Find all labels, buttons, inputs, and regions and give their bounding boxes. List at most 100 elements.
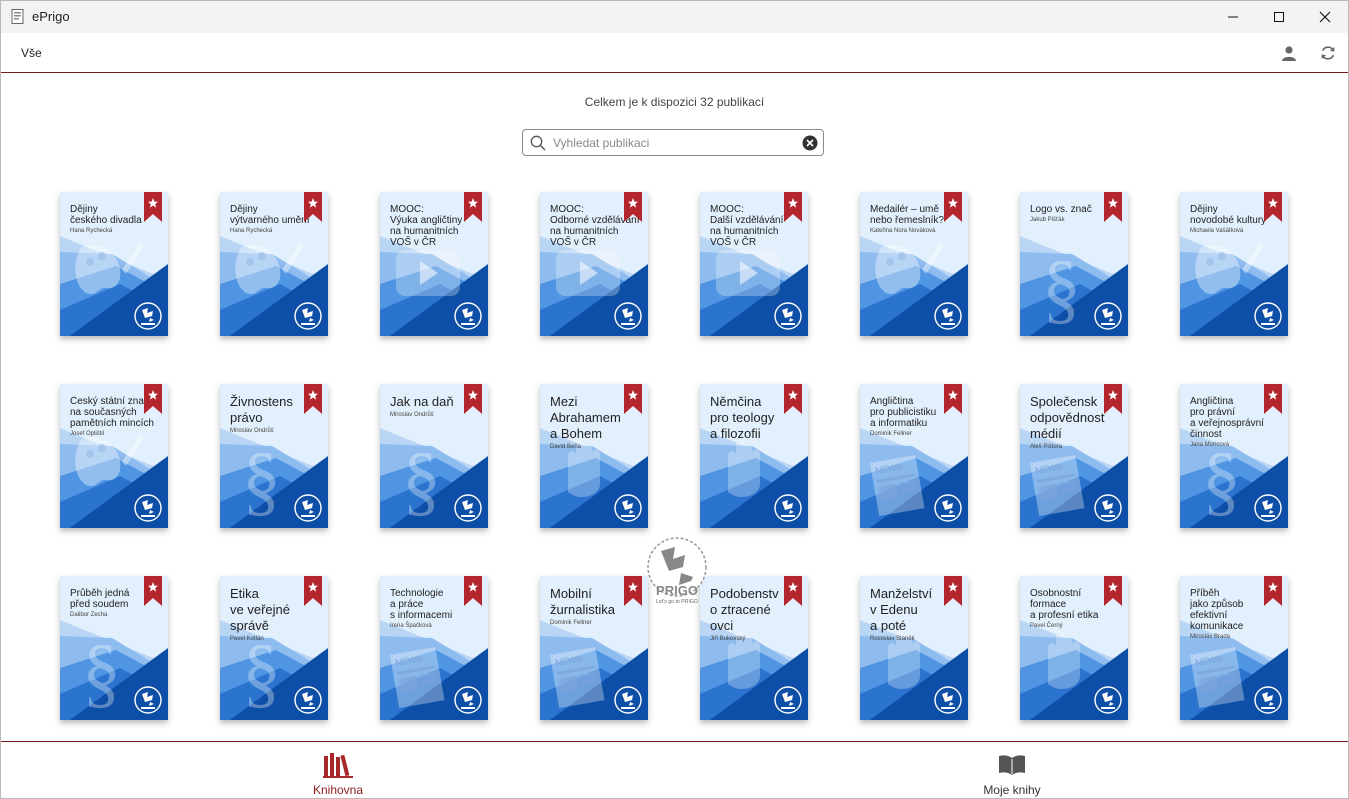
- book-author: Irena Špačková: [390, 623, 432, 629]
- nav-library-label: Knihovna: [312, 783, 364, 797]
- book-cover[interactable]: § Angličtina pro právní a veřejnosprávní čin…: [1180, 384, 1288, 528]
- book-cover[interactable]: Osobnostní formace a profesní etika Pavel Č…: [1020, 576, 1128, 720]
- book-title-line: na humanitních: [710, 226, 779, 237]
- prigo-logo-icon: [934, 686, 962, 714]
- prigo-logo-icon: [1094, 686, 1122, 714]
- book-cover[interactable]: Medailér – umě nebo řemeslník? Kateřina No…: [860, 192, 968, 336]
- book-title-line: médií: [1030, 426, 1062, 441]
- book-title-line: ovci: [710, 618, 734, 633]
- bookmark-ribbon-icon[interactable]: [304, 384, 322, 414]
- book-cover[interactable]: NEWS Angličtina pro publicistiku a informat…: [860, 384, 968, 528]
- close-button[interactable]: [1302, 1, 1348, 33]
- prigo-logo-icon: [774, 494, 802, 522]
- window-title: ePrigo: [32, 9, 70, 24]
- book-cover[interactable]: NEWS Mobilní žurnalistika Dominik Fellner: [540, 576, 648, 720]
- book-title-line: a filozofii: [710, 426, 761, 441]
- book-cover[interactable]: Dějiny výtvarného umění Hana Rychecká: [220, 192, 328, 336]
- svg-text:§: §: [402, 436, 441, 523]
- user-icon[interactable]: [1280, 44, 1298, 62]
- book-author: Jiří Bukovský: [710, 636, 746, 642]
- book-author: Dalibor Zecha: [70, 612, 108, 618]
- library-icon: [323, 753, 353, 778]
- bookmark-ribbon-icon[interactable]: [944, 384, 962, 414]
- book-cover[interactable]: NEWS Technologie a práce s informacemi Irena…: [380, 576, 488, 720]
- book-cover[interactable]: Dějiny novodobé kultury Michaela Vašátková: [1180, 192, 1288, 336]
- filter-all-button[interactable]: Vše: [21, 46, 42, 60]
- clear-search-icon[interactable]: [802, 135, 818, 151]
- book-title-line: činnost: [1190, 429, 1222, 440]
- prigo-logo-icon: [1094, 302, 1122, 330]
- book-title-line: na humanitních: [390, 226, 459, 237]
- bookmark-ribbon-icon[interactable]: [624, 576, 642, 606]
- book-author: Kateřina Nora Nováková: [870, 228, 936, 234]
- bookmark-ribbon-icon[interactable]: [464, 576, 482, 606]
- bookmark-ribbon-icon[interactable]: [624, 192, 642, 222]
- bookmark-ribbon-icon[interactable]: [784, 384, 802, 414]
- book-cover[interactable]: NEWS Společensk odpovědnost médií Aleš Pišto…: [1020, 384, 1128, 528]
- book-author: Miroslav Brada: [1190, 634, 1231, 640]
- book-cover[interactable]: NEWS Příběh jako způsob efektivní komunikace…: [1180, 576, 1288, 720]
- refresh-icon[interactable]: [1319, 44, 1337, 62]
- nav-library-tab[interactable]: Knihovna: [268, 742, 408, 798]
- book-title-line: správě: [230, 618, 270, 633]
- bookmark-ribbon-icon[interactable]: [1104, 576, 1122, 606]
- book-author: Aleš Pištora: [1030, 444, 1063, 450]
- book-author: Rostislav Staněk: [870, 636, 915, 642]
- minimize-button[interactable]: [1210, 1, 1256, 33]
- book-cover[interactable]: Český státní zna na současných pamětních m…: [60, 384, 168, 528]
- bookmark-ribbon-icon[interactable]: [144, 192, 162, 222]
- toolbar: Vše: [1, 33, 1348, 73]
- bookmark-ribbon-icon[interactable]: [1104, 384, 1122, 414]
- bookmark-ribbon-icon[interactable]: [304, 192, 322, 222]
- prigo-logo-icon: [1254, 686, 1282, 714]
- prigo-logo-icon: [454, 494, 482, 522]
- book-title-line: VOŠ v ČR: [710, 237, 757, 248]
- book-cover[interactable]: § Průběh jedná před soudem Dalibor Zecha: [60, 576, 168, 720]
- book-author: Pavel Černý: [1030, 623, 1063, 629]
- prigo-logo-icon: [614, 686, 642, 714]
- bookmark-ribbon-icon[interactable]: [464, 384, 482, 414]
- bookmark-ribbon-icon[interactable]: [1264, 576, 1282, 606]
- book-cover[interactable]: Mezi Abrahamem a Bohem David Beňa: [540, 384, 648, 528]
- bookmark-ribbon-icon[interactable]: [144, 384, 162, 414]
- book-cover[interactable]: § Etika ve veřejné správě Pavel Kotlán: [220, 576, 328, 720]
- prigo-logo-icon: [1254, 302, 1282, 330]
- book-cover[interactable]: Podobenstv o ztracené ovci Jiří Bukovský: [700, 576, 808, 720]
- svg-text:§: §: [1202, 436, 1241, 523]
- book-cover[interactable]: Manželství v Edenu a poté Rostislav Staněk: [860, 576, 968, 720]
- book-cover[interactable]: Němčina pro teology a filozofii: [700, 384, 808, 528]
- bookmark-ribbon-icon[interactable]: [464, 192, 482, 222]
- book-cover[interactable]: Dějiny českého divadla Hana Rychecká: [60, 192, 168, 336]
- book-cover[interactable]: § Logo vs. znač Jakub Pišťák: [1020, 192, 1128, 336]
- title-bar[interactable]: ePrigo: [1, 1, 1348, 33]
- prigo-logo-icon: [934, 302, 962, 330]
- bookmark-ribbon-icon[interactable]: [1104, 192, 1122, 222]
- bookmark-ribbon-icon[interactable]: [784, 192, 802, 222]
- book-title-line: VOŠ v ČR: [550, 237, 597, 248]
- book-cover[interactable]: MOOC: Další vzdělávání na humanitních VOŠ v…: [700, 192, 808, 336]
- bookmark-ribbon-icon[interactable]: [944, 576, 962, 606]
- book-cover[interactable]: § Živnostens právo Miroslav Ondrůš: [220, 384, 328, 528]
- nav-my-books-tab[interactable]: Moje knihy: [942, 742, 1082, 798]
- bookmark-ribbon-icon[interactable]: [1264, 192, 1282, 222]
- bookmark-ribbon-icon[interactable]: [624, 384, 642, 414]
- close-icon: [1319, 11, 1331, 23]
- book-cover[interactable]: § Jak na daň Miroslav Ondrůš: [380, 384, 488, 528]
- prigo-logo-icon: [1254, 494, 1282, 522]
- prigo-logo-icon: [774, 302, 802, 330]
- overlay-brand-text: PRIGO: [656, 583, 698, 598]
- search-input[interactable]: [553, 134, 793, 151]
- book-cover[interactable]: MOOC: Odborné vzdělávání na humanitních VOŠ…: [540, 192, 648, 336]
- bookmark-ribbon-icon[interactable]: [304, 576, 322, 606]
- book-author: Dominik Fellner: [870, 431, 912, 437]
- book-cover[interactable]: MOOC: Výuka angličtiny na humanitních VOŠ v…: [380, 192, 488, 336]
- bookmark-ribbon-icon[interactable]: [1264, 384, 1282, 414]
- bookmark-ribbon-icon[interactable]: [144, 576, 162, 606]
- book-title-line: s informacemi: [390, 610, 453, 621]
- prigo-logo-icon: [614, 302, 642, 330]
- maximize-button[interactable]: [1256, 1, 1302, 33]
- bookmark-ribbon-icon[interactable]: [944, 192, 962, 222]
- prigo-logo-icon: [1094, 494, 1122, 522]
- bookmark-ribbon-icon[interactable]: [784, 576, 802, 606]
- prigo-logo-icon: [454, 686, 482, 714]
